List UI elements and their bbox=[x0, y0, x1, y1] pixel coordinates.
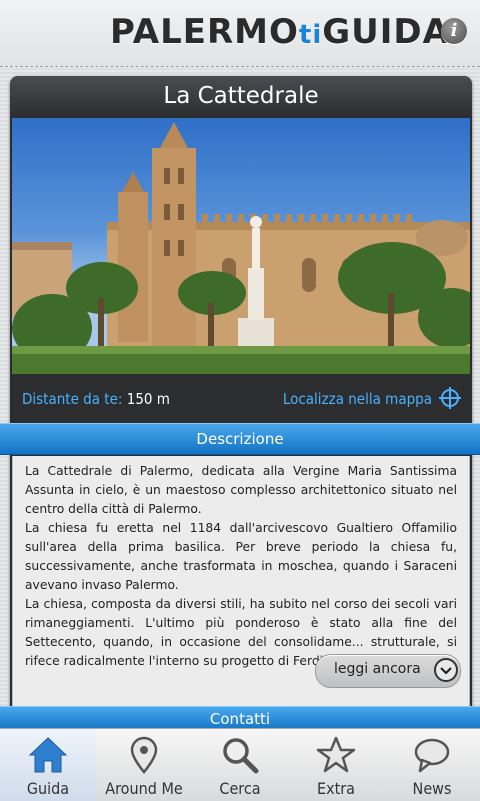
search-icon bbox=[223, 738, 259, 774]
speech-bubble-icon bbox=[414, 738, 450, 773]
description-paragraph: La chiesa fu eretta nel 1184 dall'arcive… bbox=[25, 521, 457, 592]
star-icon bbox=[316, 736, 356, 773]
tab-extra[interactable]: Extra bbox=[288, 729, 384, 801]
distance-row: Distante da te: 150 m Localizza nella ma… bbox=[10, 382, 472, 418]
cathedral-photo bbox=[12, 118, 470, 374]
read-more-button[interactable]: leggi ancora bbox=[315, 654, 461, 688]
tab-label: Guida bbox=[26, 779, 70, 798]
logo-ti: ti bbox=[298, 20, 323, 50]
tab-label: Cerca bbox=[219, 779, 261, 798]
logo-main: PALERMO bbox=[110, 12, 299, 52]
logo-end: GUIDA bbox=[322, 12, 450, 52]
read-more-label: leggi ancora bbox=[334, 661, 421, 677]
locate-on-map-link[interactable]: Localizza nella mappa bbox=[283, 390, 432, 408]
distance-value: 150 m bbox=[126, 390, 170, 408]
description-text: La Cattedrale di Palermo, dedicata alla … bbox=[25, 462, 457, 671]
chevron-down-icon bbox=[434, 658, 458, 682]
description-section-header[interactable]: Descrizione bbox=[0, 423, 480, 455]
tab-label: News bbox=[412, 779, 452, 798]
place-title: La Cattedrale bbox=[10, 76, 472, 116]
bottom-tab-bar: Guida Around Me Cerca Extra News bbox=[0, 728, 480, 801]
tab-cerca[interactable]: Cerca bbox=[192, 729, 288, 801]
app-logo: PALERMOtiGUIDA bbox=[110, 8, 450, 56]
description-panel: La Cattedrale di Palermo, dedicata alla … bbox=[12, 456, 470, 707]
tab-label: Around Me bbox=[105, 779, 183, 798]
description-paragraph: La Cattedrale di Palermo, dedicata alla … bbox=[25, 464, 457, 516]
tab-news[interactable]: News bbox=[384, 729, 480, 801]
tab-label: Extra bbox=[317, 779, 355, 798]
distance-label: Distante da te: 150 m bbox=[22, 390, 170, 408]
home-icon bbox=[28, 737, 68, 773]
map-pin-icon bbox=[130, 736, 158, 774]
distance-label-text: Distante da te: bbox=[22, 390, 123, 408]
tab-guida[interactable]: Guida bbox=[0, 729, 96, 801]
tab-around-me[interactable]: Around Me bbox=[96, 729, 192, 801]
crosshair-icon[interactable] bbox=[438, 386, 462, 410]
info-icon[interactable]: i bbox=[441, 18, 467, 44]
app-header: PALERMOtiGUIDA i bbox=[0, 0, 480, 67]
